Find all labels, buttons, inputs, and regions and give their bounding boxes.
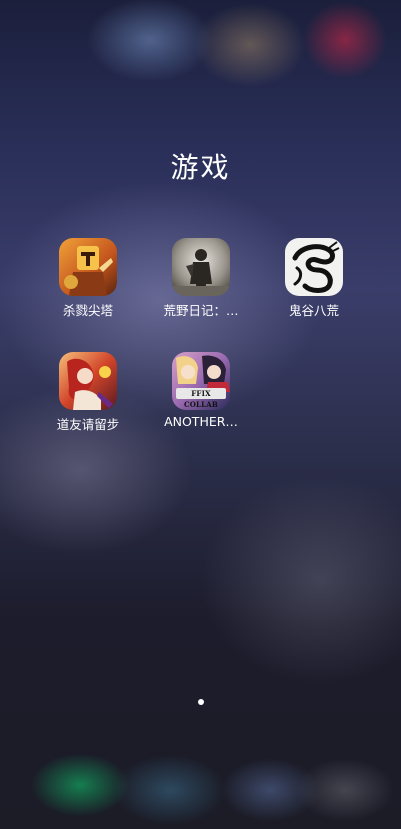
home-screen: 游戏 杀戮尖塔 荒野日记：… 鬼谷八荒 道友请留步 FFIX COLLAB AN… (0, 0, 401, 829)
app-label: 鬼谷八荒 (288, 303, 339, 318)
app-daoyou-qingliubu[interactable]: 道友请留步 (33, 352, 143, 433)
app-label: ANOTHER… (164, 414, 238, 429)
page-indicator-dot (198, 699, 204, 705)
wilderness-diary-icon[interactable] (172, 238, 230, 296)
another-eden-icon[interactable]: FFIX COLLAB (172, 352, 230, 410)
folder-title[interactable]: 游戏 (0, 146, 401, 186)
app-slay-the-spire[interactable]: 杀戮尖塔 (33, 238, 143, 319)
app-guigu-bahuang[interactable]: 鬼谷八荒 (259, 238, 369, 319)
app-label: 荒野日记：… (163, 303, 239, 318)
app-another-eden[interactable]: FFIX COLLAB ANOTHER… (146, 352, 256, 429)
slay-the-spire-icon[interactable] (59, 238, 117, 296)
app-label: 杀戮尖塔 (62, 303, 113, 318)
daoyou-qingliubu-icon[interactable] (59, 352, 117, 410)
app-label: 道友请留步 (56, 417, 120, 432)
app-wilderness-diary[interactable]: 荒野日记：… (146, 238, 256, 319)
guigu-bahuang-icon[interactable] (285, 238, 343, 296)
collab-badge-text: FFIX COLLAB (183, 389, 219, 409)
